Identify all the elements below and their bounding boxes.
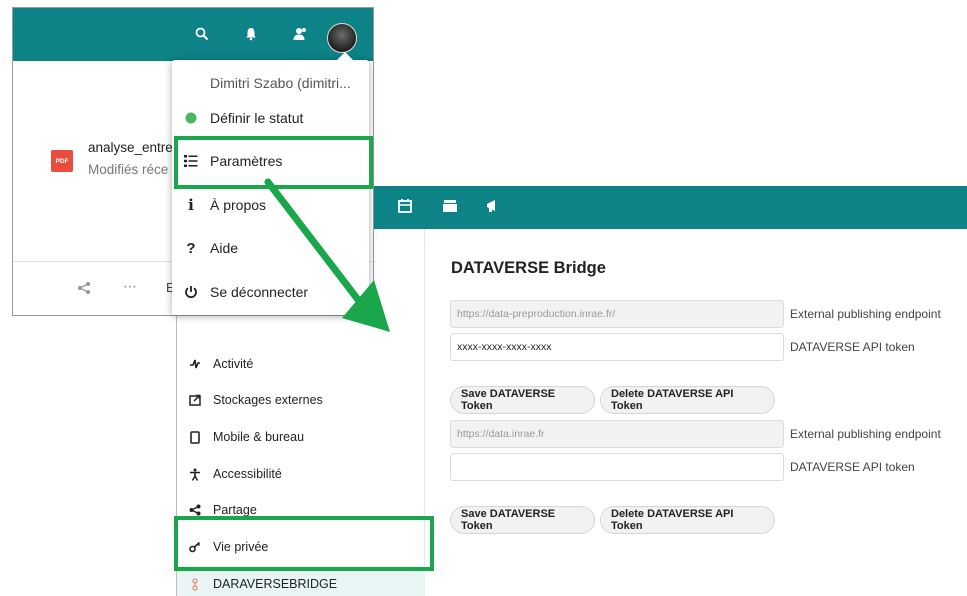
annotation-arrow [264,178,390,332]
